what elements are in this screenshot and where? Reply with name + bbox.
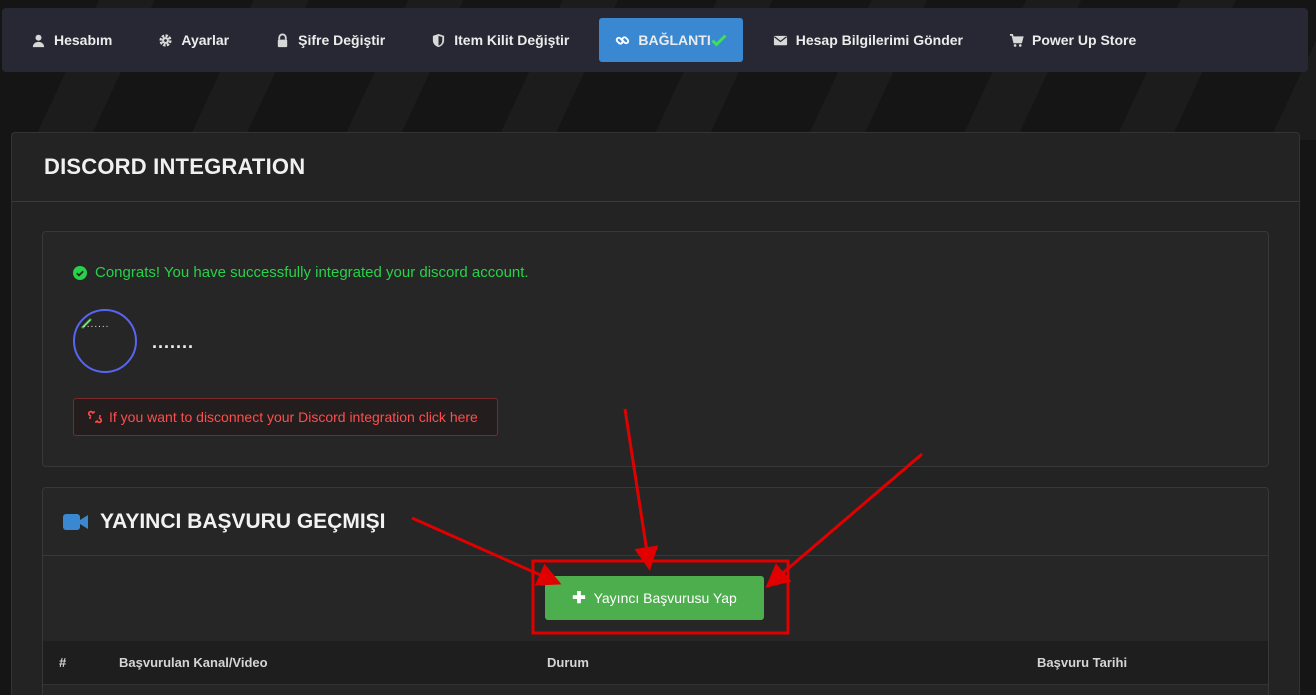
shield-icon bbox=[433, 33, 445, 47]
streamer-header: YAYINCI BAŞVURU GEÇMIŞI bbox=[43, 488, 1268, 556]
unlink-icon bbox=[88, 410, 102, 424]
nav-item-hesap-bilgilerimi-gonder[interactable]: Hesap Bilgilerimi Gönder bbox=[757, 18, 979, 62]
lock-icon bbox=[277, 33, 288, 47]
panel-header: DISCORD INTEGRATION bbox=[12, 133, 1299, 202]
top-navbar: Hesabım Ayarlar Şifre Değiştir Item Kili… bbox=[2, 8, 1308, 72]
check-icon bbox=[711, 34, 727, 47]
nav-item-label: Hesabım bbox=[54, 32, 113, 48]
discord-integration-panel: DISCORD INTEGRATION Congrats! You have s… bbox=[11, 132, 1300, 695]
nav-item-label: Item Kilit Değiştir bbox=[454, 32, 570, 48]
streamer-title: YAYINCI BAŞVURU GEÇMIŞI bbox=[100, 509, 386, 533]
column-header-date: Başvuru Tarihi bbox=[1037, 655, 1128, 670]
user-icon bbox=[32, 34, 45, 47]
cart-icon bbox=[1009, 33, 1024, 47]
integration-card: Congrats! You have successfully integrat… bbox=[42, 231, 1269, 467]
video-camera-icon bbox=[63, 513, 88, 530]
streamer-apply-button[interactable]: ✚ Yayıncı Başvurusu Yap bbox=[545, 576, 764, 620]
applications-table-header: # Başvurulan Kanal/Video Durum Başvuru T… bbox=[43, 641, 1268, 685]
nav-item-item-kilit-degistir[interactable]: Item Kilit Değiştir bbox=[415, 18, 585, 62]
streamer-application-card: YAYINCI BAŞVURU GEÇMIŞI ✚ Yayıncı Başvur… bbox=[42, 487, 1269, 695]
success-text: Congrats! You have successfully integrat… bbox=[95, 264, 529, 281]
discord-username: ....... bbox=[152, 332, 195, 352]
column-header-channel: Başvurulan Kanal/Video bbox=[119, 655, 268, 670]
nav-item-label: Power Up Store bbox=[1031, 32, 1137, 48]
nav-item-sifre-degistir[interactable]: Şifre Değiştir bbox=[259, 18, 401, 62]
discord-avatar: ....... bbox=[73, 309, 137, 373]
nav-item-label: Şifre Değiştir bbox=[298, 32, 386, 48]
plus-icon: ✚ bbox=[572, 590, 586, 607]
column-header-index: # bbox=[59, 655, 67, 670]
nav-item-power-up-store[interactable]: Power Up Store bbox=[993, 18, 1152, 62]
nav-item-label: Hesap Bilgilerimi Gönder bbox=[795, 32, 963, 48]
nav-item-baglanti[interactable]: BAĞLANTI bbox=[599, 18, 743, 62]
nav-item-label: BAĞLANTI bbox=[638, 32, 711, 48]
nav-item-label: Ayarlar bbox=[181, 32, 230, 48]
apply-button-label: Yayıncı Başvurusu Yap bbox=[593, 590, 737, 606]
gear-icon bbox=[159, 33, 172, 47]
disconnect-text: If you want to disconnect your Discord i… bbox=[109, 409, 478, 425]
success-message: Congrats! You have successfully integrat… bbox=[73, 264, 529, 281]
check-circle-icon bbox=[73, 265, 87, 280]
nav-item-ayarlar[interactable]: Ayarlar bbox=[142, 18, 245, 62]
envelope-icon bbox=[773, 35, 787, 45]
nav-item-hesabim[interactable]: Hesabım bbox=[15, 18, 128, 62]
disconnect-discord-button[interactable]: If you want to disconnect your Discord i… bbox=[73, 398, 498, 436]
link-icon bbox=[616, 35, 630, 45]
column-header-status: Durum bbox=[547, 655, 589, 670]
avatar-alt-text: ....... bbox=[83, 319, 110, 330]
panel-title: DISCORD INTEGRATION bbox=[44, 154, 306, 179]
